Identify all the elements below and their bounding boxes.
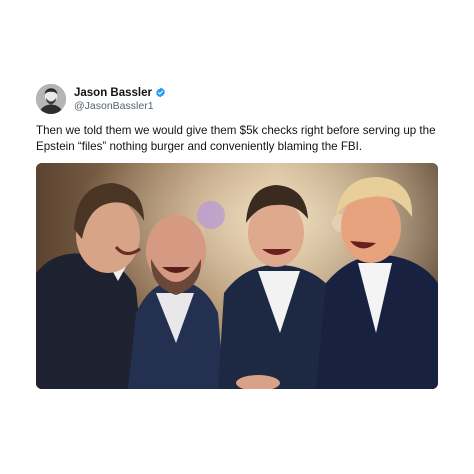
verified-badge-icon [155,87,166,98]
author-names: Jason Bassler @JasonBassler1 [74,85,166,113]
tweet-header: Jason Bassler @JasonBassler1 [36,83,166,115]
avatar[interactable] [36,84,66,114]
avatar-image [36,84,66,114]
tweet-card: Jason Bassler @JasonBassler1 Then we tol… [0,0,474,474]
author-handle[interactable]: @JasonBassler1 [74,100,166,113]
tweet-photo[interactable] [36,163,438,389]
tweet-text: Then we told them we would give them $5k… [36,124,436,153]
name-row: Jason Bassler [74,85,166,100]
photo-image [36,163,438,389]
author-display-name[interactable]: Jason Bassler [74,86,152,100]
